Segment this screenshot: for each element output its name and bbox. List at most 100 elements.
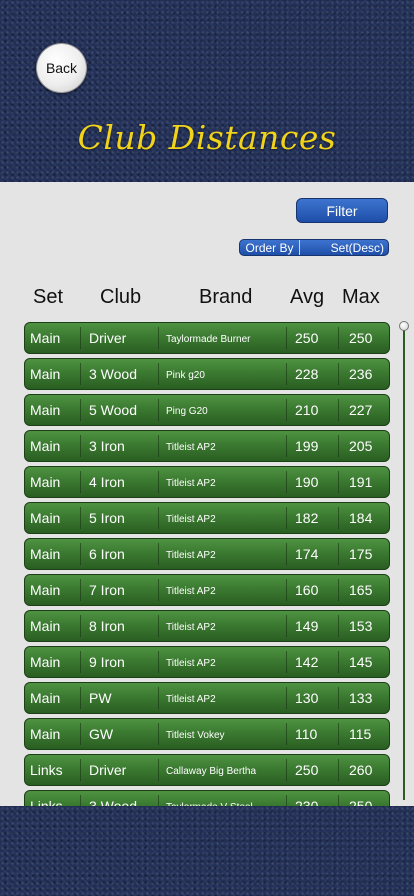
row-avg: 174 (295, 546, 319, 562)
row-brand: Titleist AP2 (166, 658, 216, 669)
row-set: Main (30, 366, 61, 382)
table-row[interactable]: Main 5 Wood Ping G20 210 227 (24, 394, 390, 426)
row-brand: Titleist AP2 (166, 442, 216, 453)
column-divider (338, 723, 339, 745)
scroll-slider-track[interactable] (403, 330, 405, 800)
column-divider (158, 795, 159, 806)
column-divider (338, 615, 339, 637)
row-avg: 210 (295, 402, 319, 418)
column-header-brand[interactable]: Brand (199, 286, 252, 309)
table-row[interactable]: Main PW Titleist AP2 130 133 (24, 682, 390, 714)
table-row[interactable]: Main 4 Iron Titleist AP2 190 191 (24, 466, 390, 498)
column-divider (286, 759, 287, 781)
column-divider (338, 471, 339, 493)
column-divider (158, 507, 159, 529)
column-divider (158, 399, 159, 421)
order-value[interactable]: Set(Desc) (300, 240, 388, 255)
column-divider (286, 327, 287, 349)
column-header-set[interactable]: Set (33, 286, 63, 309)
column-divider (286, 687, 287, 709)
back-button[interactable]: Back (36, 43, 87, 93)
row-avg: 228 (295, 366, 319, 382)
row-max: 191 (349, 474, 373, 490)
row-club: PW (89, 690, 112, 706)
column-divider (158, 363, 159, 385)
row-set: Main (30, 690, 61, 706)
row-brand: Titleist AP2 (166, 694, 216, 705)
row-set: Main (30, 330, 61, 346)
row-avg: 250 (295, 762, 319, 778)
order-by-label[interactable]: Order By (240, 240, 300, 255)
table-row[interactable]: Main Driver Taylormade Burner 250 250 (24, 322, 390, 354)
row-set: Links (30, 762, 63, 778)
row-set: Main (30, 654, 61, 670)
row-max: 184 (349, 510, 373, 526)
row-max: 153 (349, 618, 373, 634)
row-max: 133 (349, 690, 373, 706)
column-divider (80, 615, 81, 637)
table-row[interactable]: Main 3 Wood Pink g20 228 236 (24, 358, 390, 390)
table-row[interactable]: Main 9 Iron Titleist AP2 142 145 (24, 646, 390, 678)
column-divider (158, 687, 159, 709)
column-divider (338, 399, 339, 421)
column-divider (158, 615, 159, 637)
column-divider (158, 723, 159, 745)
table-row[interactable]: Main 8 Iron Titleist AP2 149 153 (24, 610, 390, 642)
column-divider (338, 579, 339, 601)
table-row[interactable]: Main 6 Iron Titleist AP2 174 175 (24, 538, 390, 570)
column-divider (80, 507, 81, 529)
column-divider (286, 651, 287, 673)
row-club: 5 Wood (89, 402, 137, 418)
column-divider (80, 471, 81, 493)
row-max: 115 (349, 726, 372, 742)
row-set: Main (30, 402, 61, 418)
column-divider (158, 435, 159, 457)
column-divider (338, 651, 339, 673)
column-header-club[interactable]: Club (100, 286, 141, 309)
column-divider (338, 327, 339, 349)
table-row[interactable]: Main 7 Iron Titleist AP2 160 165 (24, 574, 390, 606)
row-brand: Titleist AP2 (166, 550, 216, 561)
column-divider (80, 435, 81, 457)
column-header-max[interactable]: Max (342, 286, 380, 309)
scroll-slider-thumb[interactable] (399, 321, 409, 331)
column-divider (80, 759, 81, 781)
table-row[interactable]: Main GW Titleist Vokey 110 115 (24, 718, 390, 750)
table-row[interactable]: Main 3 Iron Titleist AP2 199 205 (24, 430, 390, 462)
row-avg: 149 (295, 618, 319, 634)
row-club: 3 Iron (89, 438, 125, 454)
row-avg: 110 (295, 726, 318, 742)
column-divider (158, 471, 159, 493)
row-set: Main (30, 618, 61, 634)
row-set: Links (30, 798, 63, 806)
row-brand: Taylormade V Steel (166, 791, 253, 806)
row-set: Main (30, 510, 61, 526)
table-row[interactable]: Links Driver Callaway Big Bertha 250 260 (24, 754, 390, 786)
row-max: 145 (349, 654, 373, 670)
column-divider (80, 687, 81, 709)
column-header-avg[interactable]: Avg (290, 286, 324, 309)
filter-button[interactable]: Filter (296, 198, 388, 223)
column-divider (338, 759, 339, 781)
row-avg: 190 (295, 474, 319, 490)
footer (0, 806, 414, 896)
column-divider (286, 615, 287, 637)
main-content: Filter Order By Set(Desc) Set Club Brand… (0, 182, 414, 806)
row-brand: Ping G20 (166, 406, 208, 417)
column-divider (80, 543, 81, 565)
column-divider (158, 759, 159, 781)
row-set: Main (30, 726, 61, 742)
column-divider (80, 579, 81, 601)
table-row[interactable]: Links 3 Wood Taylormade V Steel 230 250 (24, 790, 390, 806)
row-set: Main (30, 582, 61, 598)
row-club: 8 Iron (89, 618, 125, 634)
row-club: Driver (89, 762, 127, 778)
row-max: 227 (349, 402, 373, 418)
row-club: 3 Wood (89, 798, 137, 806)
column-divider (286, 543, 287, 565)
row-avg: 130 (295, 690, 319, 706)
row-avg: 142 (295, 654, 319, 670)
table-row[interactable]: Main 5 Iron Titleist AP2 182 184 (24, 502, 390, 534)
order-by-control[interactable]: Order By Set(Desc) (239, 239, 389, 256)
column-divider (338, 435, 339, 457)
